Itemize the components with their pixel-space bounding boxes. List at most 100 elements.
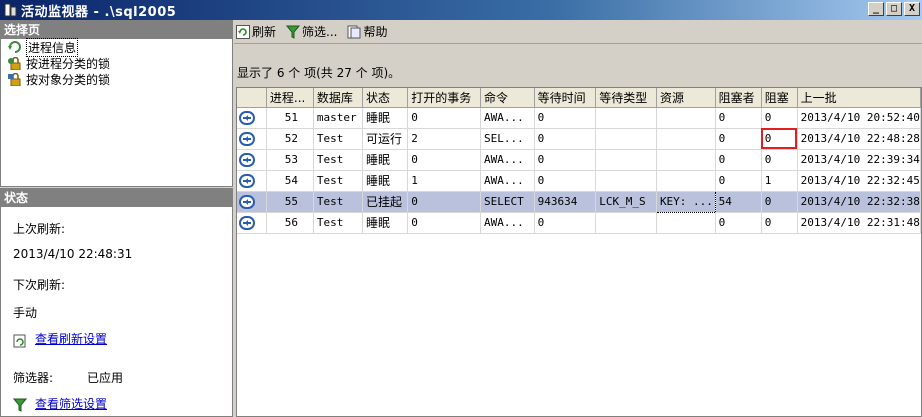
page-item-label: 按进程分类的锁 bbox=[26, 56, 111, 71]
refresh-label: 刷新 bbox=[252, 25, 277, 39]
column-header[interactable]: 进程... bbox=[266, 88, 314, 108]
column-header[interactable]: 等待类型 bbox=[595, 88, 657, 108]
table-cell: 0 bbox=[761, 191, 798, 213]
table-cell: 54 bbox=[266, 170, 314, 192]
filter-label: 筛选... bbox=[302, 25, 338, 39]
table-cell: Test bbox=[313, 212, 364, 234]
table-row[interactable]: 55 Test 已挂起 0 SELECT 943634 LCK_M_S KEY: ... 54 0… bbox=[237, 190, 921, 213]
page-item-process-info[interactable]: 进程信息 bbox=[1, 37, 232, 57]
view-filter-settings-link[interactable]: 查看筛选设置 bbox=[35, 395, 107, 412]
select-pages-panel: 选择页 进程信息 按进程分类的锁 按对象分类的锁 bbox=[0, 20, 233, 187]
table-row[interactable]: 53 Test 睡眠 0 AWA... 0 0 0 2013/4/10 22:39:34 bbox=[237, 149, 921, 171]
table-cell bbox=[595, 170, 657, 192]
refresh-button[interactable]: 刷新 bbox=[236, 23, 276, 40]
table-cell: 可运行 bbox=[362, 128, 409, 150]
column-header[interactable]: 打开的事务 bbox=[407, 88, 482, 108]
process-row-icon bbox=[239, 194, 255, 209]
table-cell: 0 bbox=[761, 149, 798, 171]
left-pane: 选择页 进程信息 按进程分类的锁 按对象分类的锁 状态 上次刷新: 2013/4… bbox=[0, 20, 233, 417]
filter-label: 筛选器: bbox=[13, 371, 54, 385]
table-cell: Test bbox=[313, 128, 364, 150]
table-cell: 0 bbox=[534, 170, 597, 192]
table-cell: SEL... bbox=[480, 128, 535, 150]
table-cell: 51 bbox=[266, 107, 314, 129]
table-cell bbox=[656, 149, 716, 171]
table-cell: 0 bbox=[715, 212, 762, 234]
table-row[interactable]: 52 Test 可运行 2 SEL... 0 0 0 2013/4/10 22:48:28 bbox=[237, 128, 921, 150]
table-cell: LCK_M_S bbox=[595, 191, 657, 213]
title-bar: 活动监视器 - .\sql2005 _ □ X bbox=[0, 0, 922, 20]
table-cell: 2013/4/10 22:32:45 bbox=[797, 170, 921, 192]
table-cell: 55 bbox=[266, 191, 314, 213]
page-item-lock-by-process[interactable]: 按进程分类的锁 bbox=[1, 55, 232, 71]
help-button[interactable]: 帮助 bbox=[347, 23, 387, 40]
table-cell: 53 bbox=[266, 149, 314, 171]
table-row[interactable]: 51 master 睡眠 0 AWA... 0 0 0 2013/4/10 20:52:40 bbox=[237, 107, 921, 129]
table-cell: 睡眠 bbox=[362, 149, 409, 171]
table-cell bbox=[656, 107, 716, 129]
next-refresh-label: 下次刷新: bbox=[13, 278, 66, 292]
next-refresh-value: 手动 bbox=[13, 306, 38, 320]
row-icon-cell bbox=[237, 149, 267, 171]
filter-button[interactable]: 筛选... bbox=[285, 23, 338, 40]
filter-icon bbox=[12, 398, 28, 412]
table-cell: 0 bbox=[761, 128, 798, 150]
row-icon-cell bbox=[237, 128, 267, 150]
table-row[interactable]: 56 Test 睡眠 0 AWA... 0 0 0 2013/4/10 22:31:48 bbox=[237, 212, 921, 234]
activity-monitor-icon bbox=[4, 3, 18, 17]
help-icon bbox=[347, 25, 361, 39]
column-header[interactable]: 等待时间 bbox=[534, 88, 597, 108]
table-cell: 0 bbox=[407, 149, 482, 171]
table-cell: 0 bbox=[407, 191, 482, 213]
table-cell: 2013/4/10 22:39:34 bbox=[797, 149, 921, 171]
toolbar: 刷新 筛选... 帮助 bbox=[234, 20, 922, 44]
page-item-label: 按对象分类的锁 bbox=[26, 72, 111, 87]
table-cell: 2 bbox=[407, 128, 482, 150]
items-summary: 显示了 6 个 项(共 27 个 项)。 bbox=[237, 66, 401, 80]
table-cell: 0 bbox=[715, 170, 762, 192]
table-cell bbox=[595, 212, 657, 234]
status-panel: 状态 上次刷新: 2013/4/10 22:48:31 下次刷新: 手动 查看刷… bbox=[0, 188, 233, 417]
column-header[interactable]: 上一批 bbox=[797, 88, 921, 108]
table-cell: 2013/4/10 22:32:38 bbox=[797, 191, 921, 213]
column-header[interactable]: 资源 bbox=[656, 88, 716, 108]
table-cell: 0 bbox=[715, 107, 762, 129]
column-header[interactable]: 命令 bbox=[480, 88, 535, 108]
table-cell: Test bbox=[313, 149, 364, 171]
column-header-icon bbox=[237, 88, 267, 108]
table-cell: 56 bbox=[266, 212, 314, 234]
page-item-lock-by-object[interactable]: 按对象分类的锁 bbox=[1, 71, 232, 87]
close-button[interactable]: X bbox=[904, 2, 920, 16]
refresh-icon bbox=[236, 24, 250, 39]
table-cell bbox=[656, 212, 716, 234]
table-cell: 52 bbox=[266, 128, 314, 150]
table-cell: 0 bbox=[407, 212, 482, 234]
table-cell: Test bbox=[313, 191, 364, 213]
table-cell: Test bbox=[313, 170, 364, 192]
view-refresh-settings-link[interactable]: 查看刷新设置 bbox=[35, 330, 107, 347]
process-row-icon bbox=[239, 173, 255, 188]
column-header[interactable]: 状态 bbox=[362, 88, 409, 108]
table-cell: 睡眠 bbox=[362, 107, 409, 129]
filter-value: 已应用 bbox=[87, 371, 124, 385]
process-grid[interactable]: 进程... 数据库 状态 打开的事务 命令 等待时间 等待类型 资源 阻塞者 阻塞 上一批 51 ma… bbox=[236, 87, 922, 417]
table-cell: 0 bbox=[715, 149, 762, 171]
column-header[interactable]: 数据库 bbox=[313, 88, 364, 108]
minimize-button[interactable]: _ bbox=[868, 2, 884, 16]
row-icon-cell bbox=[237, 191, 267, 213]
table-cell: 2013/4/10 22:48:28 bbox=[797, 128, 921, 150]
maximize-button[interactable]: □ bbox=[886, 2, 902, 16]
row-icon-cell bbox=[237, 212, 267, 234]
lock-by-process-icon bbox=[8, 56, 22, 70]
help-label: 帮助 bbox=[363, 25, 388, 39]
table-cell: 0 bbox=[534, 128, 597, 150]
table-row[interactable]: 54 Test 睡眠 1 AWA... 0 0 1 2013/4/10 22:32:45 bbox=[237, 170, 921, 192]
table-cell: 0 bbox=[407, 107, 482, 129]
table-cell: 已挂起 bbox=[362, 191, 409, 213]
column-header[interactable]: 阻塞者 bbox=[715, 88, 762, 108]
column-header[interactable]: 阻塞 bbox=[761, 88, 798, 108]
table-cell: 0 bbox=[534, 107, 597, 129]
table-cell: AWA... bbox=[480, 212, 535, 234]
table-cell: 2013/4/10 20:52:40 bbox=[797, 107, 921, 129]
table-cell: AWA... bbox=[480, 170, 535, 192]
